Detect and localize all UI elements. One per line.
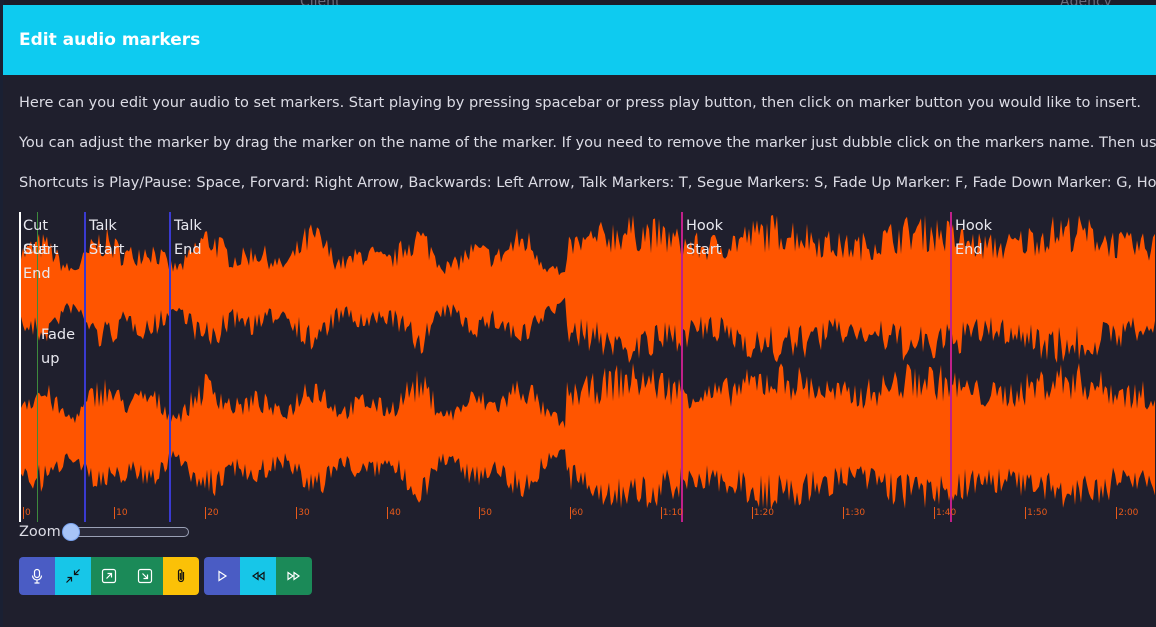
- arrow-down-right-box-icon: [137, 568, 153, 584]
- timeline-tick-label: 40: [389, 508, 401, 518]
- rewind-icon: [251, 571, 265, 581]
- timeline-tick-label: 1:30: [844, 508, 866, 518]
- edit-audio-markers-modal: Edit audio markers Here can you edit you…: [3, 5, 1156, 627]
- play-button[interactable]: [204, 557, 240, 595]
- timeline-tick-label: 50: [480, 508, 492, 518]
- timeline-tick: [387, 507, 389, 519]
- fade-down-marker-button[interactable]: [127, 557, 163, 595]
- timeline-tick: [296, 507, 298, 519]
- marker-line-talk-end[interactable]: [169, 212, 171, 522]
- timeline-tick-label: 1:20: [753, 508, 775, 518]
- timeline-tick: [205, 507, 207, 519]
- playback-button-group: [204, 557, 312, 595]
- marker-line-hook-start[interactable]: [681, 212, 683, 522]
- timeline-tick: [114, 507, 116, 519]
- timeline-tick: [751, 507, 753, 519]
- microphone-icon: [31, 568, 43, 584]
- timeline-tick: [478, 507, 480, 519]
- timeline: 0 10 20 30 40 50 60 1:10 1:20 1:30 1:40 1:50 2:00: [19, 505, 1156, 523]
- timeline-tick-label: 2:00: [1118, 508, 1139, 518]
- arrow-up-right-box-icon: [101, 568, 117, 584]
- modal-header: Edit audio markers: [3, 5, 1156, 75]
- rewind-button[interactable]: [240, 557, 276, 595]
- marker-line-cut-start[interactable]: [19, 212, 21, 522]
- marker-label-cut-end[interactable]: Cut End: [23, 238, 51, 286]
- timeline-tick-label: 1:40: [936, 508, 957, 518]
- marker-help-paragraph: You can adjust the marker by drag the ma…: [19, 135, 1156, 151]
- timeline-tick-label: 1:10: [662, 508, 683, 518]
- timeline-tick: [660, 507, 662, 519]
- marker-label-fade-up[interactable]: Fade up: [41, 323, 75, 371]
- marker-label-talk-start[interactable]: Talk Start: [89, 214, 124, 262]
- marker-label-hook-start[interactable]: Hook Start: [686, 214, 723, 262]
- timeline-tick-label: 60: [571, 508, 584, 518]
- hook-marker-button[interactable]: [163, 557, 199, 595]
- talk-marker-button[interactable]: [19, 557, 55, 595]
- marker-label-talk-end[interactable]: Talk End: [174, 214, 202, 262]
- modal-title: Edit audio markers: [19, 30, 201, 50]
- timeline-tick-label: 10: [116, 508, 128, 518]
- zoom-slider-thumb[interactable]: [61, 523, 80, 541]
- zoom-control: Zoom: [19, 523, 189, 541]
- paperclip-icon: [177, 569, 185, 583]
- segue-marker-button[interactable]: [55, 557, 91, 595]
- marker-button-group: [19, 557, 199, 595]
- timeline-tick: [934, 507, 935, 519]
- waveform-channel: [19, 363, 1155, 510]
- instructions-paragraph: Here can you edit your audio to set mark…: [19, 95, 1141, 111]
- fast-forward-button[interactable]: [276, 557, 312, 595]
- timeline-tick-label: 0: [25, 508, 31, 518]
- zoom-slider[interactable]: [61, 523, 189, 541]
- timeline-tick: [23, 507, 24, 519]
- timeline-tick-label: 20: [207, 508, 219, 518]
- fade-up-marker-button[interactable]: [91, 557, 127, 595]
- marker-line-talk-start[interactable]: [84, 212, 86, 522]
- timeline-tick: [842, 507, 844, 519]
- play-icon: [218, 570, 228, 582]
- timeline-tick-label: 1:50: [1027, 508, 1048, 518]
- waveform[interactable]: Cut Start Cut End Fade up Talk Start Tal…: [19, 212, 1156, 522]
- marker-toolbar: [19, 557, 317, 595]
- fast-forward-icon: [287, 571, 301, 581]
- marker-label-hook-end[interactable]: Hook End: [955, 214, 992, 262]
- timeline-tick: [1116, 507, 1118, 519]
- timeline-tick: [569, 507, 571, 519]
- timeline-tick-label: 30: [298, 508, 310, 518]
- collapse-arrows-icon: [66, 569, 80, 583]
- marker-line-hook-end[interactable]: [950, 212, 952, 522]
- shortcuts-paragraph: Shortcuts is Play/Pause: Space, Forvard:…: [19, 175, 1156, 191]
- zoom-label: Zoom: [19, 524, 61, 540]
- timeline-tick: [1025, 507, 1027, 519]
